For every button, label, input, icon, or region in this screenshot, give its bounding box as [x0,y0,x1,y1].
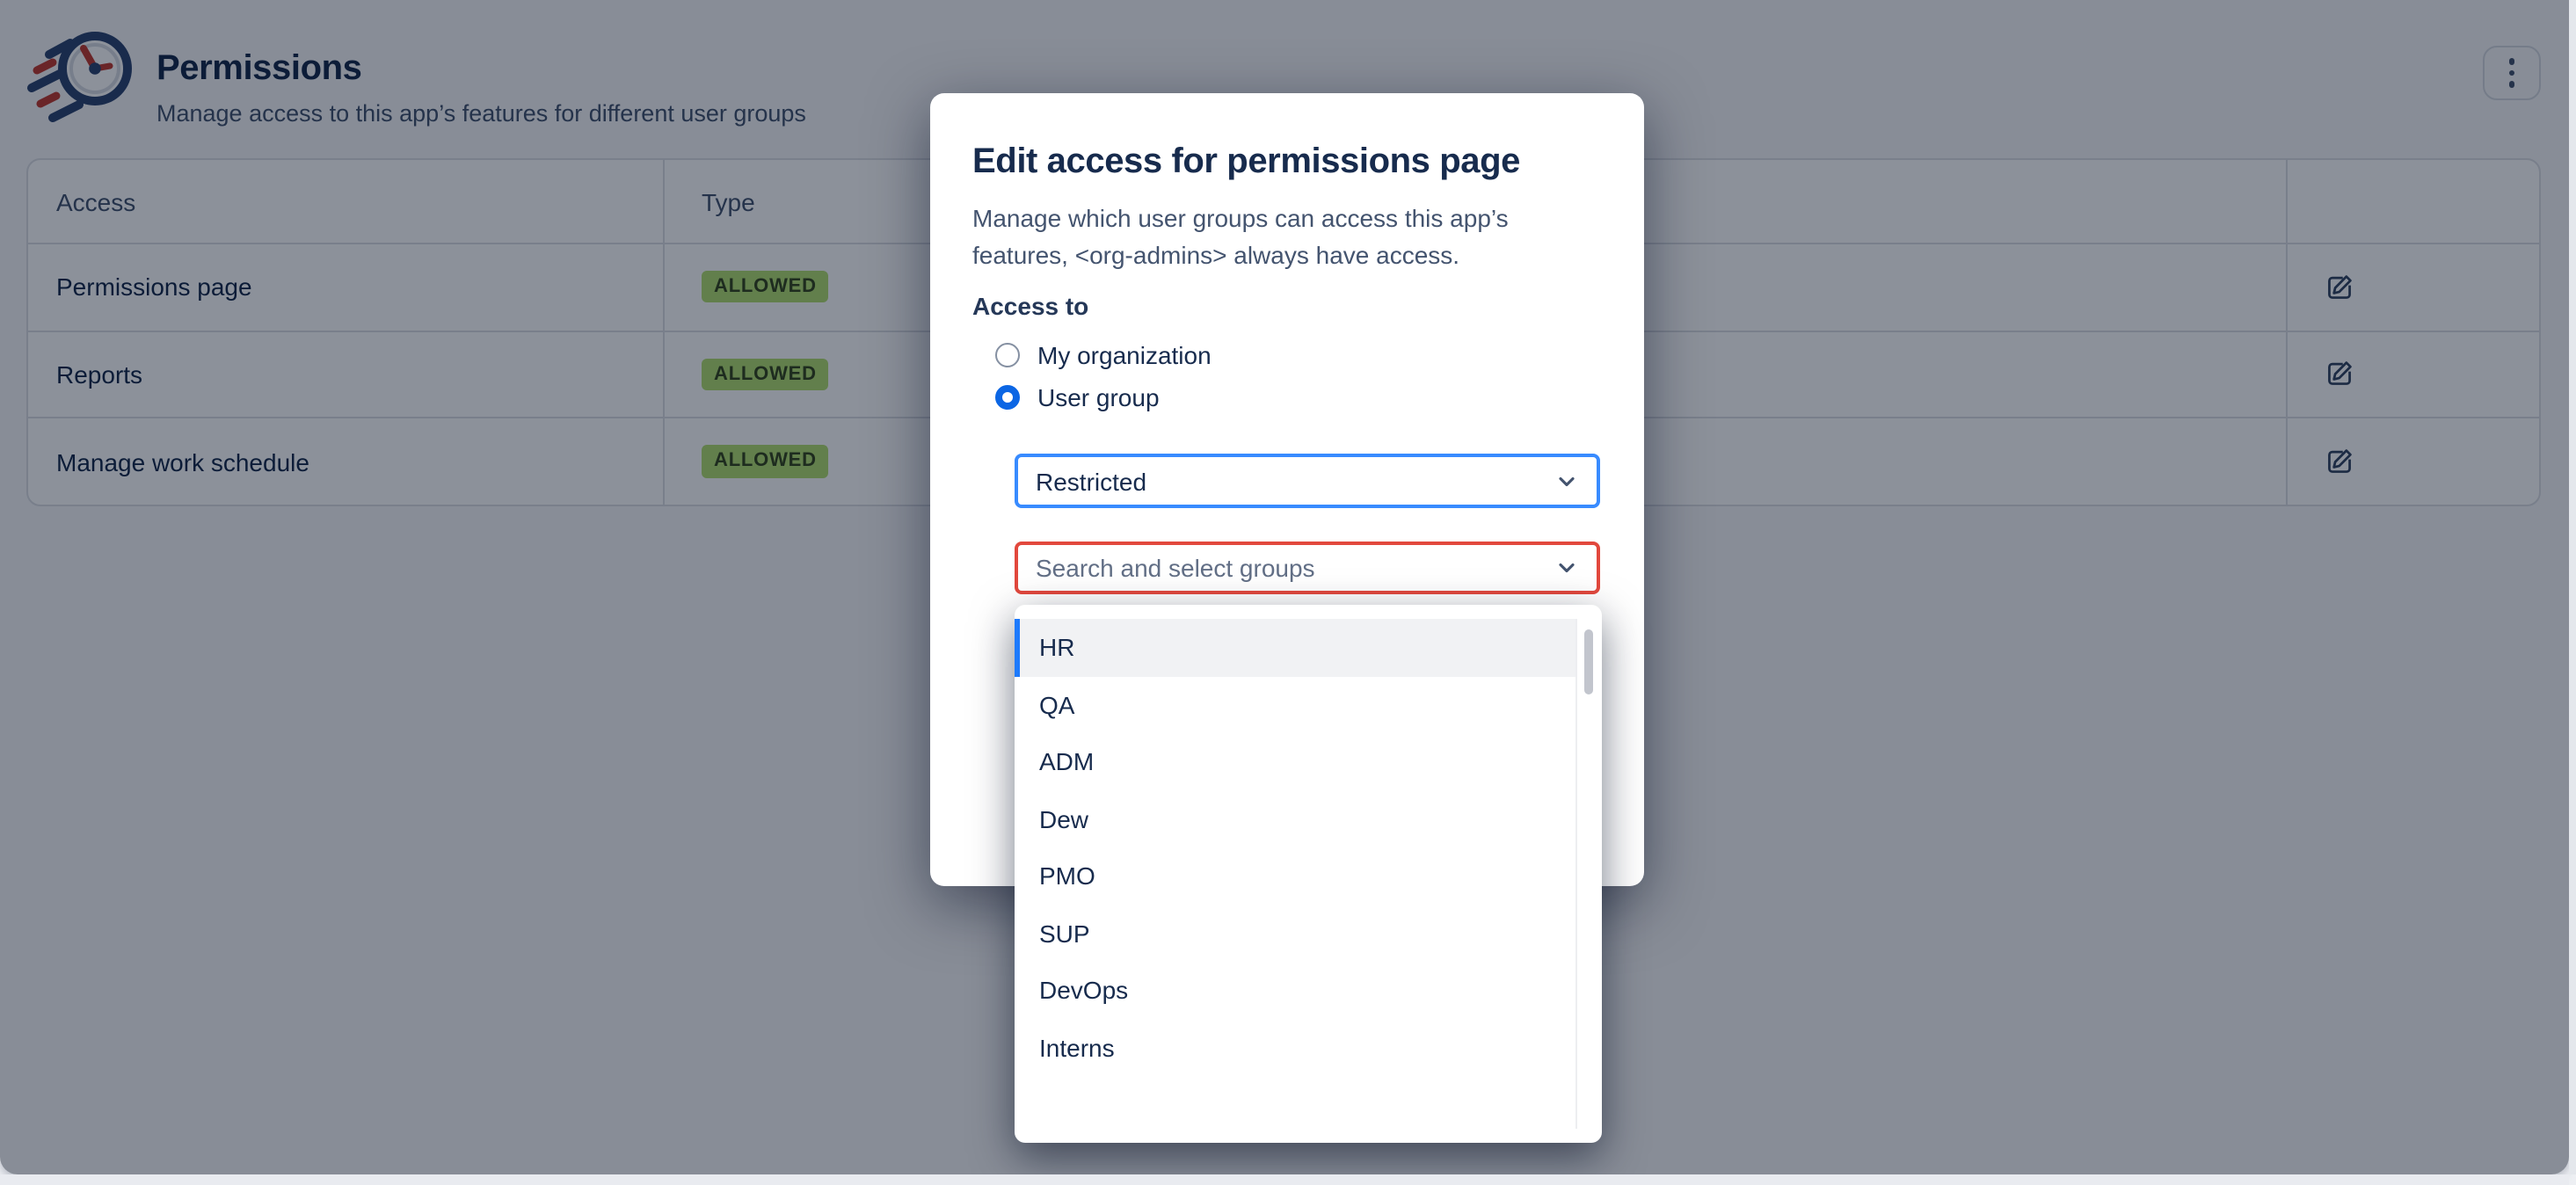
radio-option-user-group[interactable]: User group [978,376,1602,418]
chevron-down-icon [1554,556,1579,580]
radio-label: User group [1037,383,1160,411]
option-label: HR [1039,634,1074,662]
radio-label: My organization [1037,341,1212,369]
page-vertical-scrollbar[interactable] [2569,0,2576,1174]
group-option-interns[interactable]: Interns [1015,1019,1575,1076]
access-radio-group: My organization User group [978,334,1602,418]
chevron-down-icon [1554,469,1579,493]
option-label: Dew [1039,805,1088,833]
group-options-list: HR QA ADM Dew PMO SUP DevOps Interns [1015,619,1577,1129]
restriction-select-value: Restricted [1036,467,1146,495]
option-label: SUP [1039,920,1090,948]
radio-option-my-organization[interactable]: My organization [978,334,1602,376]
option-label: QA [1039,691,1074,719]
group-search-placeholder: Search and select groups [1036,554,1315,582]
option-label: Interns [1039,1034,1115,1062]
modal-title: Edit access for permissions page [972,141,1602,183]
modal-description: Manage which user groups can access this… [972,200,1591,274]
restriction-select[interactable]: Restricted [1015,454,1600,508]
group-option-dew[interactable]: Dew [1015,790,1575,847]
group-option-pmo[interactable]: PMO [1015,847,1575,905]
app-frame: Permissions Manage access to this app’s … [0,0,2569,1174]
active-option-bar [1015,619,1020,676]
group-option-sup[interactable]: SUP [1015,905,1575,962]
group-option-devops[interactable]: DevOps [1015,962,1575,1019]
option-label: PMO [1039,862,1095,891]
group-options-popup: HR QA ADM Dew PMO SUP DevOps Interns [1015,605,1602,1143]
radio-selected-icon [995,385,1020,410]
group-search-select[interactable]: Search and select groups [1015,542,1600,594]
group-option-qa[interactable]: QA [1015,676,1575,733]
page-horizontal-scrollbar[interactable] [0,1174,2569,1185]
popup-scrollbar-thumb[interactable] [1584,629,1593,694]
option-label: DevOps [1039,977,1128,1005]
group-option-adm[interactable]: ADM [1015,733,1575,790]
radio-unselected-icon [995,343,1020,367]
option-label: ADM [1039,748,1094,776]
group-option-hr[interactable]: HR [1015,619,1575,676]
access-to-label: Access to [972,292,1602,324]
page: Permissions Manage access to this app’s … [0,0,2576,1185]
